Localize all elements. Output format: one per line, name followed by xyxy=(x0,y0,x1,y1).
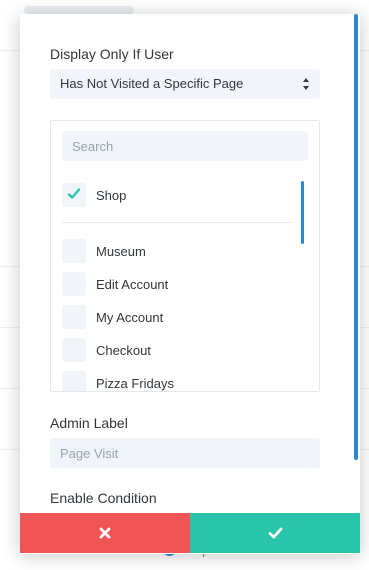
visit-condition-select[interactable]: Has Not Visited a Specific Page xyxy=(50,69,320,99)
admin-label-title: Admin Label xyxy=(50,415,128,431)
checkbox[interactable] xyxy=(62,239,86,263)
checkbox[interactable] xyxy=(62,305,86,329)
checkbox[interactable] xyxy=(62,338,86,362)
checkbox[interactable] xyxy=(62,371,86,391)
save-button[interactable] xyxy=(190,513,360,553)
modal-scrollbar[interactable] xyxy=(354,14,358,460)
list-item-label: Checkout xyxy=(96,342,151,358)
admin-label-input[interactable] xyxy=(50,438,320,468)
enable-condition-label: Enable Condition xyxy=(50,490,157,506)
list-scrollbar[interactable] xyxy=(301,181,304,244)
list-item-label: Museum xyxy=(96,243,146,259)
checkbox[interactable] xyxy=(62,272,86,296)
list-item-label: Edit Account xyxy=(96,276,169,292)
list-divider xyxy=(62,222,292,223)
list-item-pizza-fridays[interactable]: Pizza Fridays xyxy=(62,371,175,391)
page-list-box: Shop Museum Edit Account My Account Chec… xyxy=(50,120,320,392)
check-icon xyxy=(67,188,81,199)
list-item-edit-account[interactable]: Edit Account xyxy=(62,272,168,296)
list-item-shop[interactable]: Shop xyxy=(62,183,126,207)
close-icon xyxy=(99,527,111,539)
list-item-checkout[interactable]: Checkout xyxy=(62,338,151,362)
checkbox[interactable] xyxy=(62,183,86,207)
list-item-my-account[interactable]: My Account xyxy=(62,305,163,329)
list-item-label: Shop xyxy=(96,187,127,203)
page-search-input[interactable] xyxy=(62,131,308,161)
display-condition-label: Display Only If User xyxy=(50,46,174,62)
list-item-label: My Account xyxy=(96,309,164,325)
select-arrows-icon xyxy=(303,78,309,90)
list-item-label: Pizza Fridays xyxy=(96,375,175,391)
modal-footer xyxy=(20,513,360,553)
condition-settings-modal: Display Only If User Has Not Visited a S… xyxy=(20,14,360,554)
background-header-text xyxy=(24,6,134,14)
select-value: Has Not Visited a Specific Page xyxy=(60,76,244,91)
check-icon xyxy=(268,527,282,539)
cancel-button[interactable] xyxy=(20,513,190,553)
list-item-museum[interactable]: Museum xyxy=(62,239,146,263)
